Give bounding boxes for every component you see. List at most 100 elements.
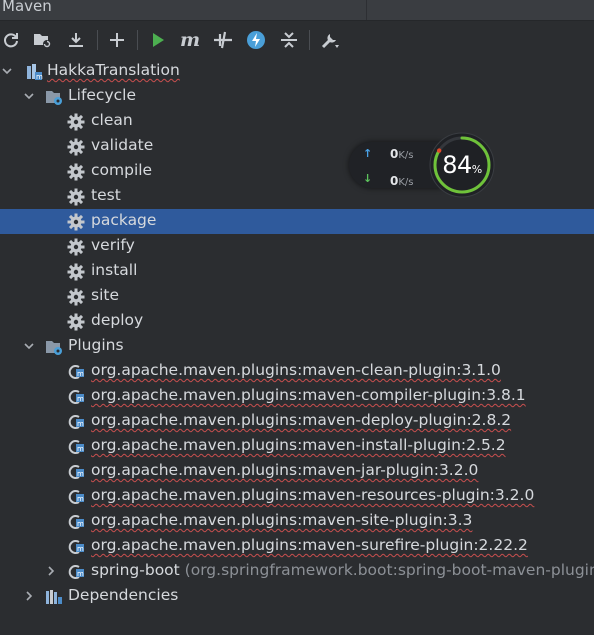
svg-text:m: m <box>77 420 84 428</box>
plugin-icon: m <box>68 390 84 404</box>
download-rate-text: 0K/s <box>390 174 414 188</box>
dependencies-label: Dependencies <box>68 586 179 604</box>
plugins-label: Plugins <box>68 336 124 354</box>
plugin-row[interactable]: m org.apache.maven.plugins:maven-resource… <box>0 484 594 509</box>
maven-toolbar: m <box>0 21 594 59</box>
lifecycle-goal-label: package <box>91 211 157 229</box>
svg-text:m: m <box>77 470 84 478</box>
usage-percent-value: 84 <box>442 151 472 179</box>
settings-icon[interactable] <box>320 30 340 50</box>
usage-percent: 84% <box>429 151 495 179</box>
plugin-icon: m <box>68 415 84 429</box>
run-icon[interactable] <box>148 30 168 50</box>
plugin-row[interactable]: m org.apache.maven.plugins:maven-surefire… <box>0 534 594 559</box>
svg-text:m: m <box>77 395 84 403</box>
gear-icon <box>67 113 85 131</box>
network-speed-widget[interactable]: ↑ 0K/s ↓ 0K/s 84% <box>349 132 497 198</box>
svg-text:m: m <box>77 520 84 528</box>
plugin-label: org.apache.maven.plugins:maven-install-p… <box>91 436 506 454</box>
gear-icon <box>67 313 85 331</box>
usage-percent-sign: % <box>471 163 482 176</box>
plugin-icon: m <box>68 515 84 529</box>
lifecycle-goal-label: clean <box>91 111 133 129</box>
gear-icon <box>67 138 85 156</box>
chevron-right-icon[interactable] <box>45 565 57 577</box>
tree-node-lifecycle[interactable]: Lifecycle <box>0 84 594 109</box>
plugin-row[interactable]: m org.apache.maven.plugins:maven-site-plu… <box>0 509 594 534</box>
chevron-down-icon[interactable] <box>23 90 35 102</box>
chevron-down-icon[interactable] <box>23 340 35 352</box>
plugin-label: org.apache.maven.plugins:maven-jar-plugi… <box>91 461 479 479</box>
header-divider <box>366 0 367 20</box>
plugin-row[interactable]: m org.apache.maven.plugins:maven-compiler… <box>0 384 594 409</box>
lifecycle-goal-verify[interactable]: verify <box>0 234 594 259</box>
lifecycle-goal-label: test <box>91 186 121 204</box>
svg-text:m: m <box>77 570 84 578</box>
gear-icon <box>67 263 85 281</box>
lifecycle-goal-clean[interactable]: clean <box>0 109 594 134</box>
gear-icon <box>67 188 85 206</box>
collapse-all-icon[interactable] <box>279 30 299 50</box>
plugin-row[interactable]: m org.apache.maven.plugins:maven-jar-plug… <box>0 459 594 484</box>
lifecycle-goal-site[interactable]: site <box>0 284 594 309</box>
reload-icon[interactable] <box>1 30 21 50</box>
tree-node-project[interactable]: m HakkaTranslation <box>0 59 594 84</box>
svg-text:m: m <box>36 73 43 81</box>
plugin-row[interactable]: m org.apache.maven.plugins:maven-install-… <box>0 434 594 459</box>
toolbar-separator <box>309 30 310 50</box>
plugin-label: org.apache.maven.plugins:maven-surefire-… <box>91 536 528 554</box>
lifecycle-goal-test[interactable]: test <box>0 184 594 209</box>
lifecycle-goal-label: verify <box>91 236 135 254</box>
spring-boot-detail: (org.springframework.boot:spring-boot-ma… <box>184 561 594 579</box>
toolbar-separator <box>97 30 98 50</box>
lifecycle-goal-label: site <box>91 286 119 304</box>
lifecycle-goal-label: deploy <box>91 311 144 329</box>
plugin-icon: m <box>68 565 84 579</box>
tree-node-dependencies[interactable]: Dependencies <box>0 584 594 609</box>
gear-icon <box>67 238 85 256</box>
upload-arrow-icon: ↑ <box>363 147 373 160</box>
plugin-icon: m <box>68 490 84 504</box>
tree-node-spring-boot[interactable]: m spring-boot (org.springframework.boot:… <box>0 559 594 584</box>
lifecycle-goal-deploy[interactable]: deploy <box>0 309 594 334</box>
toggle-offline-icon[interactable] <box>213 30 233 50</box>
spring-boot-name: spring-boot <box>91 561 180 579</box>
plugin-label: org.apache.maven.plugins:maven-compiler-… <box>91 386 526 404</box>
plugin-label: org.apache.maven.plugins:maven-site-plug… <box>91 511 473 529</box>
toolbar-separator <box>137 30 138 50</box>
tool-window-header: Maven <box>0 0 594 21</box>
download-arrow-icon: ↓ <box>363 172 373 185</box>
plugin-label: org.apache.maven.plugins:maven-resources… <box>91 486 535 504</box>
plugins-folder-icon <box>46 341 62 355</box>
svg-text:m: m <box>77 370 84 378</box>
plugin-icon: m <box>68 440 84 454</box>
lifecycle-label: Lifecycle <box>68 86 136 104</box>
plugin-row[interactable]: m org.apache.maven.plugins:maven-deploy-p… <box>0 409 594 434</box>
plugin-icon: m <box>68 465 84 479</box>
upload-unit: K/s <box>398 150 414 161</box>
plugin-icon: m <box>68 540 84 554</box>
svg-text:m: m <box>77 445 84 453</box>
gear-icon <box>67 288 85 306</box>
tree-node-plugins[interactable]: Plugins <box>0 334 594 359</box>
plugin-icon: m <box>68 365 84 379</box>
skip-tests-icon[interactable] <box>246 30 266 50</box>
plugin-row[interactable]: m org.apache.maven.plugins:maven-clean-pl… <box>0 359 594 384</box>
lifecycle-goal-package[interactable]: package <box>0 209 594 234</box>
chevron-right-icon[interactable] <box>23 590 35 602</box>
maven-project-tree: m HakkaTranslation Lifecycle clean valida… <box>0 59 594 635</box>
upload-rate-text: 0K/s <box>390 147 414 161</box>
lifecycle-goal-validate[interactable]: validate <box>0 134 594 159</box>
lifecycle-goal-compile[interactable]: compile <box>0 159 594 184</box>
lifecycle-folder-icon <box>46 91 62 105</box>
add-icon[interactable] <box>107 30 127 50</box>
download-icon[interactable] <box>66 30 86 50</box>
plugin-label: org.apache.maven.plugins:maven-deploy-pl… <box>91 411 512 429</box>
chevron-down-icon[interactable] <box>1 65 13 77</box>
generate-sources-icon[interactable] <box>32 30 52 50</box>
plugin-label: org.apache.maven.plugins:maven-clean-plu… <box>91 361 501 379</box>
dependencies-icon <box>46 590 62 604</box>
lifecycle-goal-install[interactable]: install <box>0 259 594 284</box>
execute-goal-icon[interactable]: m <box>180 30 200 50</box>
download-unit: K/s <box>398 177 414 188</box>
